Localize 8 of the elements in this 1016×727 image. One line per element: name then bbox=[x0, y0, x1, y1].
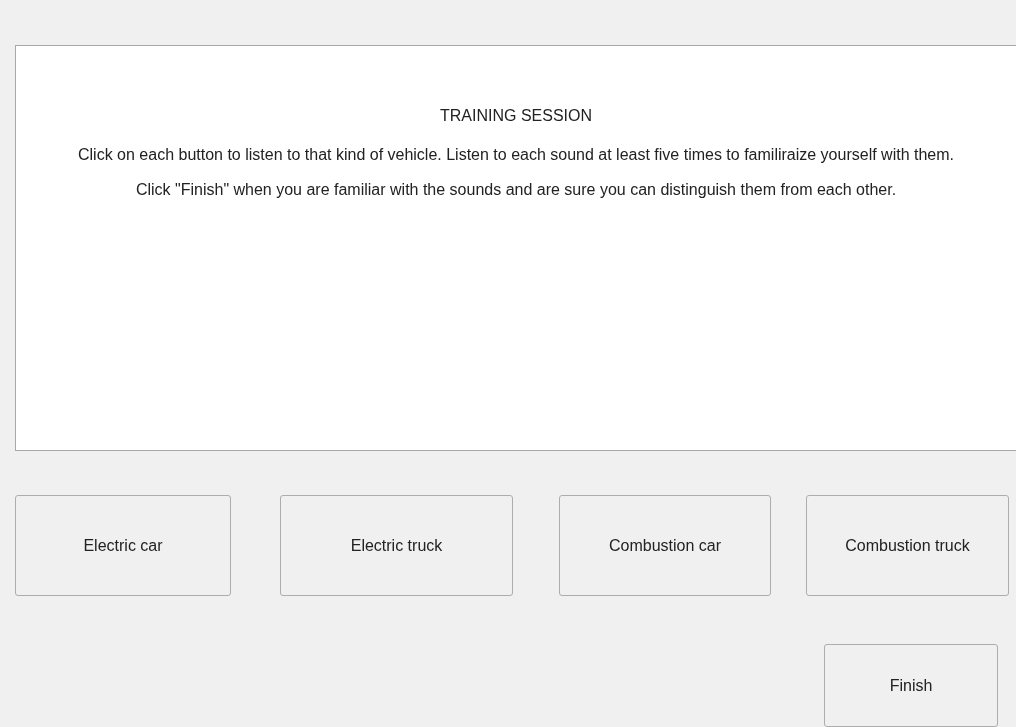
sound-button[interactable]: Electric truck bbox=[280, 495, 513, 596]
sound-button[interactable]: Combustion car bbox=[559, 495, 771, 596]
finish-button[interactable]: Finish bbox=[824, 644, 998, 727]
instruction-text: Click on each button to listen to that kind of vehicle. Listen to each sound at least five times to familiraize yourself with them. bbox=[77, 144, 955, 165]
sound-button[interactable]: Electric car bbox=[15, 495, 231, 596]
instruction-text: Click "Finish" when you are familiar with the sounds and are sure you can distinguish them from each other. bbox=[134, 179, 898, 200]
sound-button[interactable]: Combustion truck bbox=[806, 495, 1009, 596]
session-title: TRAINING SESSION bbox=[439, 106, 593, 126]
